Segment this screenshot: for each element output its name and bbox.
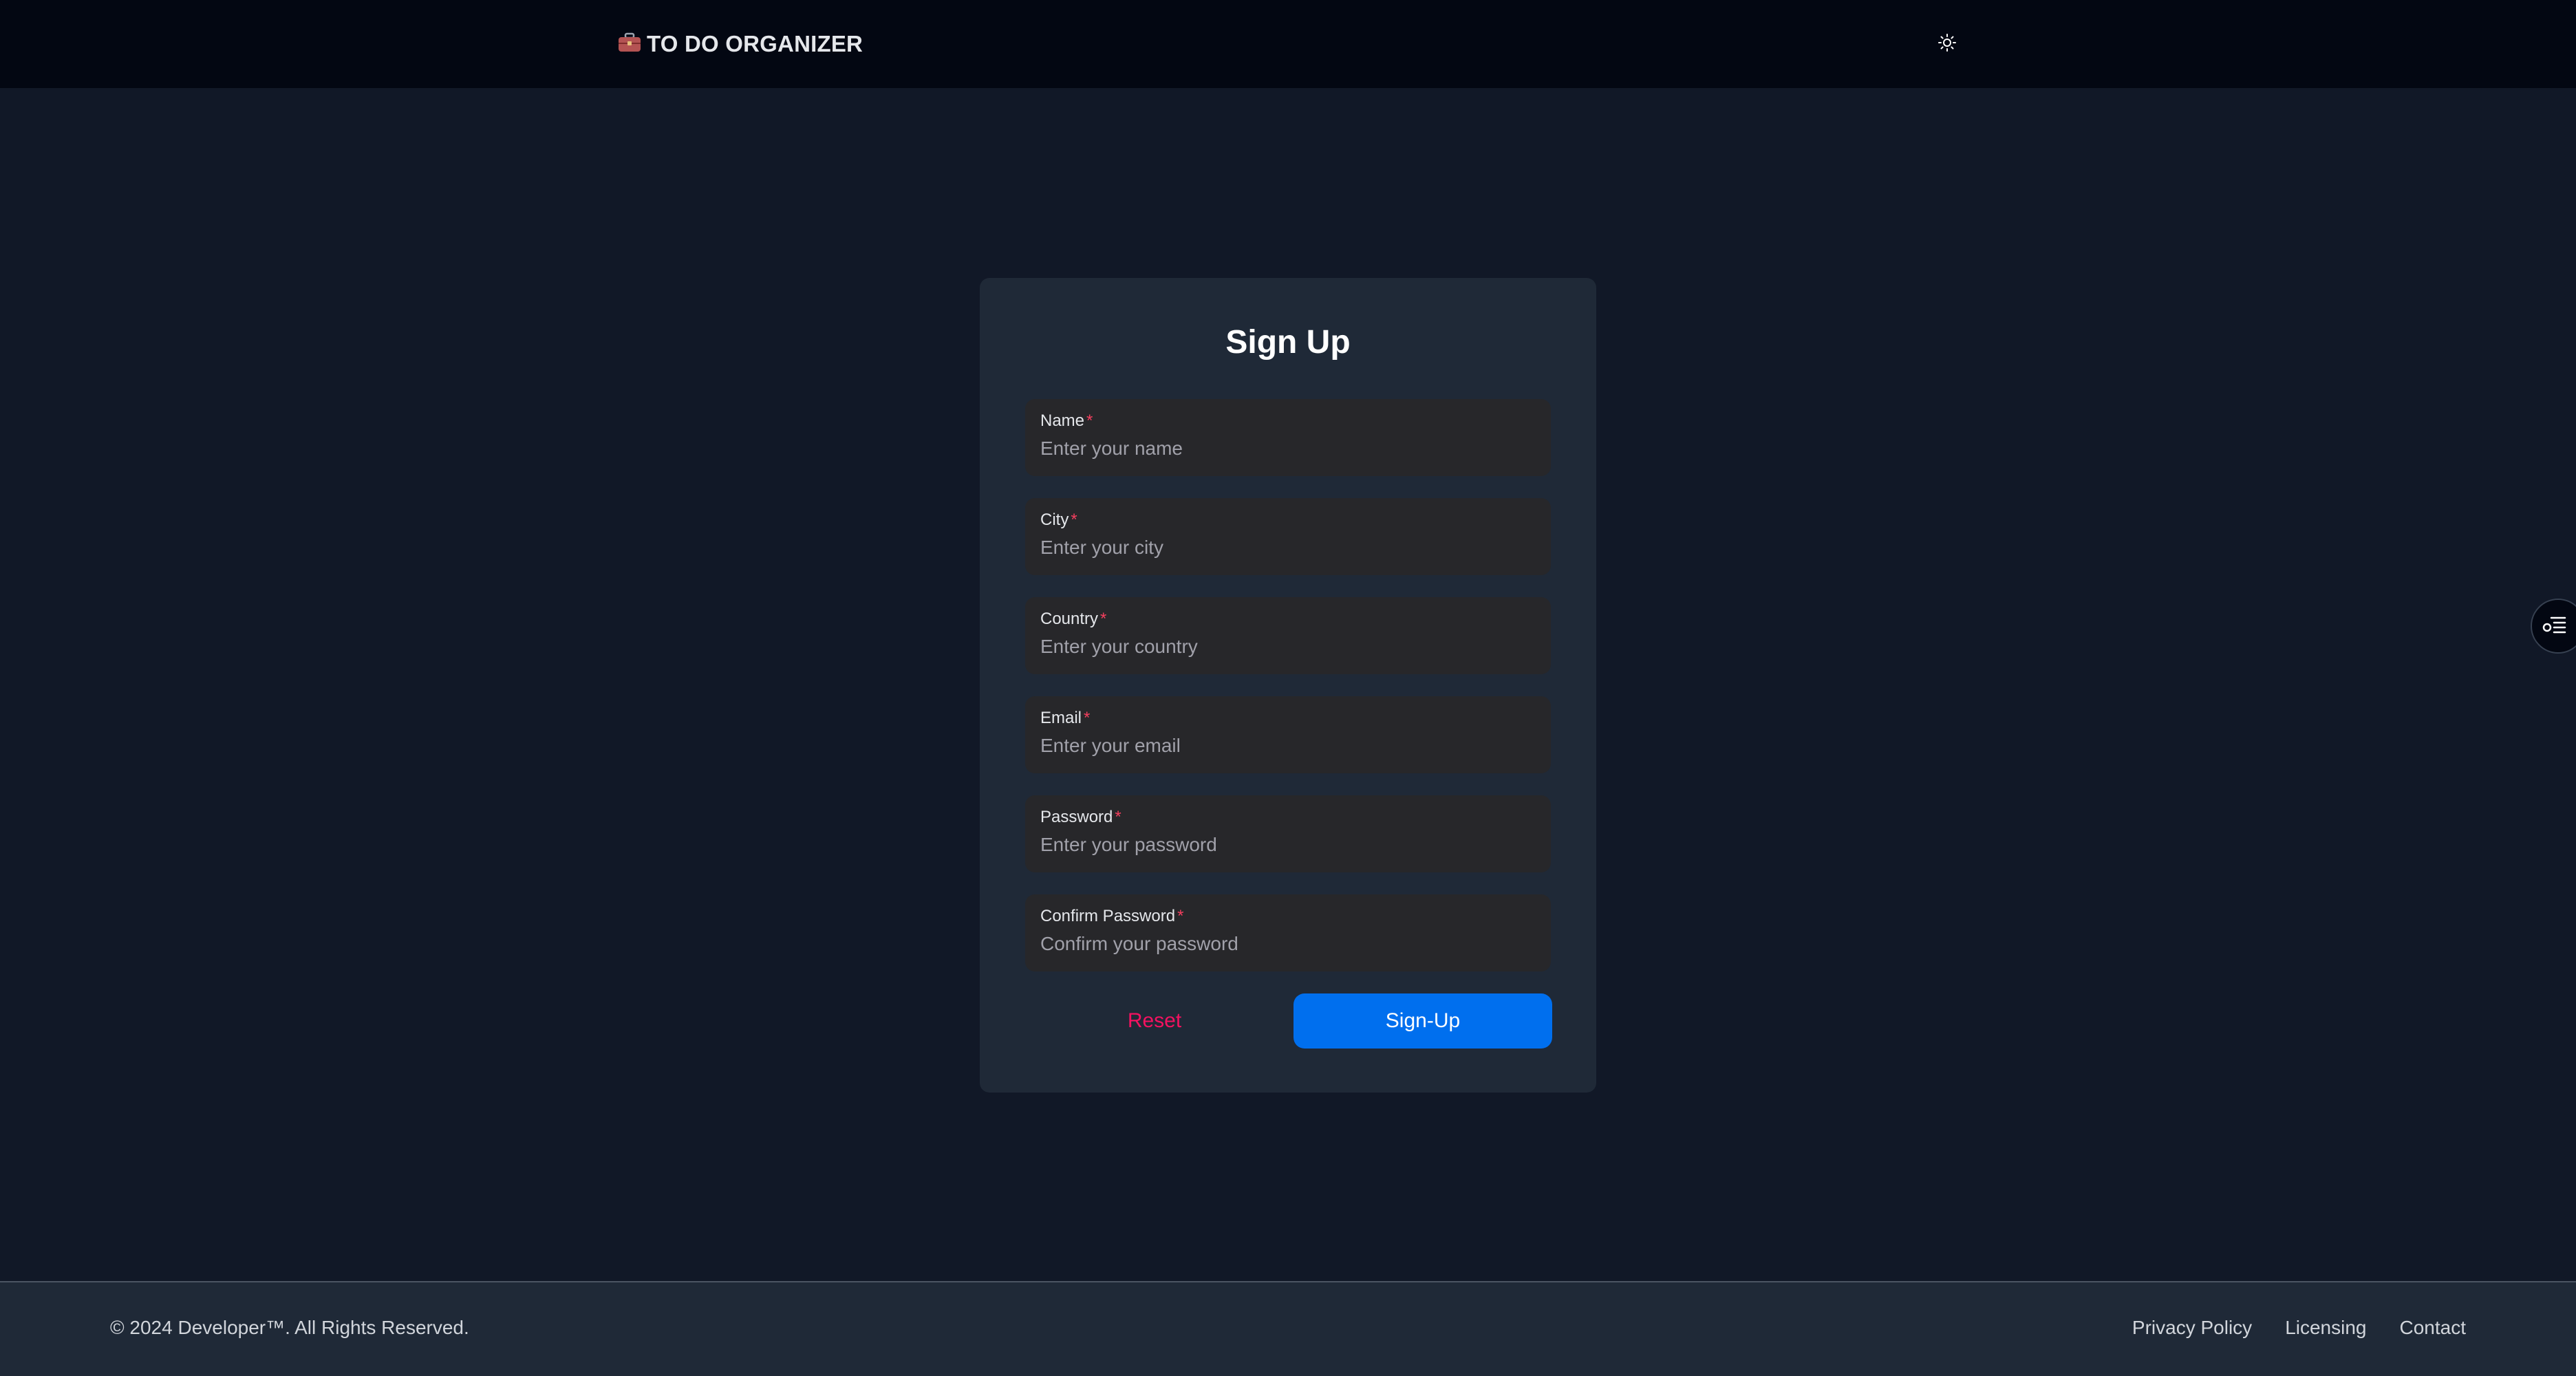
top-navbar: TO DO ORGANIZER — [0, 0, 2576, 88]
licensing-link[interactable]: Licensing — [2285, 1317, 2366, 1339]
briefcase-icon — [618, 32, 641, 56]
required-marker: * — [1177, 907, 1184, 925]
signup-card: Sign Up Name* City* Country* Email* Pass… — [980, 278, 1596, 1093]
copyright-text: © 2024 Developer™. All Rights Reserved. — [110, 1317, 469, 1338]
password-field[interactable]: Password * — [1025, 795, 1551, 872]
email-label: Email — [1040, 709, 1082, 727]
confirm-password-label: Confirm Password — [1040, 907, 1176, 925]
confirm-password-field[interactable]: Confirm Password * — [1025, 894, 1551, 971]
contact-link[interactable]: Contact — [2400, 1317, 2467, 1339]
sun-icon — [1938, 33, 1957, 56]
privacy-policy-link[interactable]: Privacy Policy — [2132, 1317, 2252, 1339]
required-marker: * — [1115, 808, 1121, 826]
signup-button[interactable]: Sign-Up — [1294, 993, 1552, 1049]
country-input[interactable] — [1040, 632, 1536, 662]
reset-button[interactable]: Reset — [1025, 993, 1284, 1049]
form-title: Sign Up — [1225, 324, 1351, 361]
city-label: City — [1040, 510, 1069, 529]
footer-links: Privacy Policy Licensing Contact — [2132, 1317, 2466, 1339]
city-input[interactable] — [1040, 533, 1536, 563]
confirm-password-input[interactable] — [1040, 929, 1536, 959]
password-label: Password — [1040, 808, 1113, 826]
name-label: Name — [1040, 411, 1085, 430]
theme-toggle-button[interactable] — [1933, 30, 1961, 58]
required-marker: * — [1084, 709, 1091, 727]
email-input[interactable] — [1040, 731, 1536, 761]
required-marker: * — [1086, 411, 1093, 430]
country-field[interactable]: Country * — [1025, 597, 1551, 674]
footer: © 2024 Developer™. All Rights Reserved. … — [0, 1281, 2576, 1376]
required-marker: * — [1100, 610, 1107, 628]
email-field[interactable]: Email * — [1025, 696, 1551, 773]
brand-title: TO DO ORGANIZER — [647, 31, 863, 56]
brand[interactable]: TO DO ORGANIZER — [618, 28, 863, 61]
name-field[interactable]: Name * — [1025, 399, 1551, 476]
password-input[interactable] — [1040, 830, 1536, 860]
city-field[interactable]: City * — [1025, 498, 1551, 575]
country-label: Country — [1040, 610, 1099, 628]
settings-side-button[interactable] — [2531, 599, 2576, 654]
name-input[interactable] — [1040, 433, 1536, 464]
required-marker: * — [1071, 510, 1077, 529]
settings-list-icon — [2542, 614, 2569, 639]
